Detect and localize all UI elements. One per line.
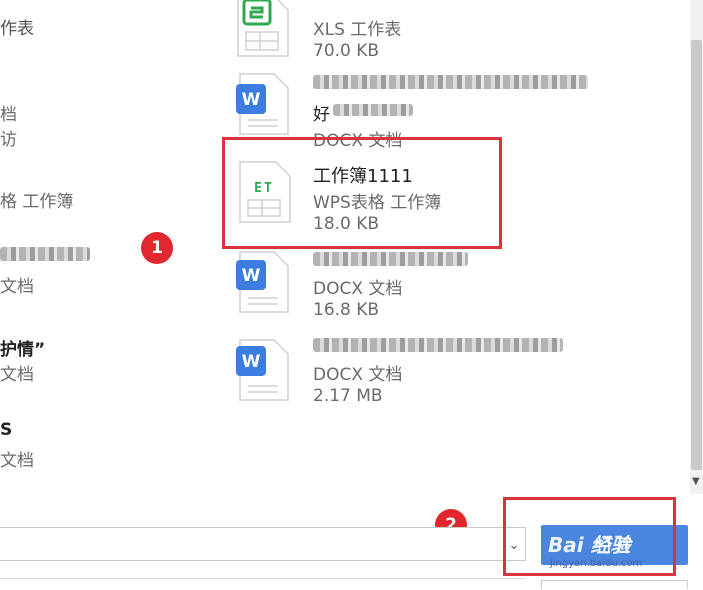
scroll-down-arrow-icon[interactable]: ▼: [692, 476, 700, 487]
left-item-3-type: 格 工作簿: [0, 192, 74, 212]
left-item-6-type: 文档: [0, 451, 34, 471]
file-size: 16.8 KB: [313, 300, 380, 320]
file-size: 70.0 KB: [313, 41, 380, 61]
svg-text:W: W: [242, 352, 261, 372]
blurred-file-name: [313, 338, 563, 352]
left-item-5-name: 护情”: [0, 340, 46, 360]
file-size: 2.17 MB: [313, 386, 383, 406]
word-file-icon: W: [236, 251, 289, 313]
step-badge-1: 1: [141, 232, 173, 264]
file-type: DOCX 文档: [313, 365, 403, 385]
watermark-url: jingyan.baidu.com: [550, 558, 643, 569]
baidu-watermark: Bai 经验 jingyan.baidu.com: [548, 524, 678, 574]
svg-text:W: W: [242, 90, 261, 110]
svg-text:W: W: [242, 266, 261, 286]
left-item-6-name: S: [0, 420, 13, 440]
file-type: DOCX 文档: [313, 279, 403, 299]
watermark-brand: Bai 经验: [548, 533, 631, 557]
left-item-1-type: 作表: [0, 19, 34, 39]
word-file-icon: W: [236, 73, 289, 135]
cancel-button[interactable]: [541, 580, 688, 589]
word-file-icon: W: [236, 339, 289, 401]
left-item-4-blurred-name: [0, 247, 90, 261]
blurred-file-name: [313, 75, 588, 89]
left-item-5-type: 文档: [0, 365, 34, 385]
scrollbar-thumb[interactable]: [691, 40, 702, 470]
left-item-4-type: 文档: [0, 277, 34, 297]
file-name-partial: 好: [313, 105, 330, 125]
file-name-input[interactable]: [0, 527, 526, 561]
xls-file-icon: [237, 0, 289, 57]
blurred-file-name-2: [333, 104, 413, 116]
file-type: XLS 工作表: [313, 20, 402, 40]
blurred-file-name: [313, 252, 468, 266]
file-type-select[interactable]: [0, 578, 526, 590]
left-item-2-line2: 访: [0, 130, 17, 150]
left-item-2-line1: 档: [0, 105, 17, 125]
highlight-box-workbook: [222, 137, 502, 249]
